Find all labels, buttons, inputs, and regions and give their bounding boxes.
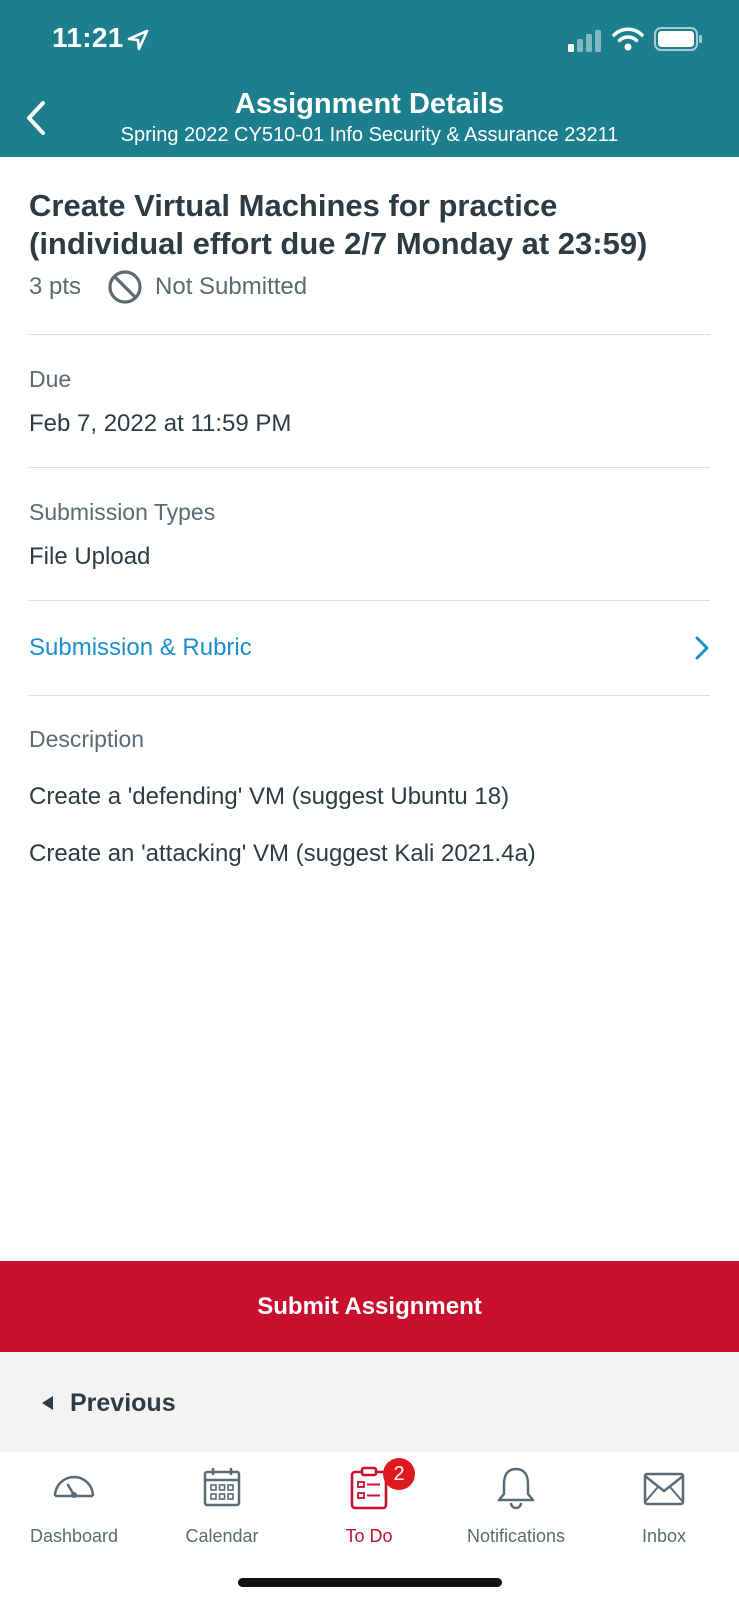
tab-calendar[interactable]: Calendar bbox=[152, 1452, 292, 1562]
calendar-icon bbox=[203, 1468, 241, 1507]
status-time: 11:21 bbox=[52, 22, 124, 53]
description-label: Description bbox=[29, 726, 145, 752]
bell-icon bbox=[497, 1467, 535, 1510]
submit-assignment-label: Submit Assignment bbox=[257, 1292, 482, 1320]
submit-assignment-button[interactable]: Submit Assignment bbox=[0, 1261, 739, 1352]
previous-label: Previous bbox=[70, 1388, 176, 1417]
cellular-signal-icon bbox=[568, 30, 601, 52]
assignment-title-line: (individual effort due 2/7 Monday at 23:… bbox=[29, 226, 648, 261]
tab-label: Calendar bbox=[185, 1526, 259, 1546]
battery-icon bbox=[654, 27, 702, 51]
points-value: 3 pts bbox=[29, 273, 82, 300]
triangle-left-icon bbox=[42, 1396, 53, 1410]
envelope-icon bbox=[643, 1472, 685, 1506]
due-label: Due bbox=[29, 366, 72, 392]
tab-inbox[interactable]: Inbox bbox=[594, 1452, 734, 1562]
previous-button[interactable]: Previous bbox=[42, 1380, 176, 1426]
dashboard-icon bbox=[53, 1475, 95, 1498]
wifi-icon bbox=[612, 27, 644, 51]
submission-types-label: Submission Types bbox=[29, 499, 216, 525]
divider bbox=[29, 695, 710, 696]
location-arrow-icon bbox=[127, 29, 149, 51]
course-subtitle: Spring 2022 CY510-01 Info Security & Ass… bbox=[120, 124, 619, 146]
tab-todo[interactable]: 2 To Do bbox=[299, 1452, 439, 1562]
tab-label: Notifications bbox=[466, 1526, 566, 1546]
due-value: Feb 7, 2022 at 11:59 PM bbox=[29, 410, 292, 437]
app-header: 11:21 Assignment Details Spring 2022 CY5… bbox=[0, 0, 739, 157]
divider bbox=[29, 467, 710, 468]
tab-notifications[interactable]: Notifications bbox=[446, 1452, 586, 1562]
chevron-right-icon bbox=[695, 636, 709, 660]
assignment-title: Create Virtual Machines for practice (in… bbox=[29, 187, 710, 263]
assignment-details: Create Virtual Machines for practice (in… bbox=[29, 157, 710, 868]
assignment-meta: 3 pts Not Submitted bbox=[29, 269, 710, 305]
submission-rubric-link[interactable]: Submission & Rubric bbox=[29, 601, 710, 695]
previous-bar: Previous bbox=[0, 1352, 739, 1452]
home-indicator[interactable] bbox=[238, 1578, 502, 1587]
submission-status: Not Submitted bbox=[155, 273, 308, 300]
tab-label: To Do bbox=[345, 1526, 393, 1546]
description-line: Create an 'attacking' VM (suggest Kali 2… bbox=[29, 840, 536, 867]
assignment-title-line: Create Virtual Machines for practice bbox=[29, 188, 558, 223]
todo-badge: 2 bbox=[383, 1458, 415, 1490]
tab-label: Dashboard bbox=[29, 1526, 119, 1546]
page-title: Assignment Details bbox=[234, 88, 505, 120]
description-line: Create a 'defending' VM (suggest Ubuntu … bbox=[29, 783, 510, 810]
tab-dashboard[interactable]: Dashboard bbox=[4, 1452, 144, 1562]
submission-types-value: File Upload bbox=[29, 543, 151, 570]
tab-label: Inbox bbox=[641, 1526, 687, 1546]
submission-rubric-label: Submission & Rubric bbox=[29, 634, 252, 661]
not-submitted-icon bbox=[108, 270, 142, 304]
divider bbox=[29, 334, 710, 335]
